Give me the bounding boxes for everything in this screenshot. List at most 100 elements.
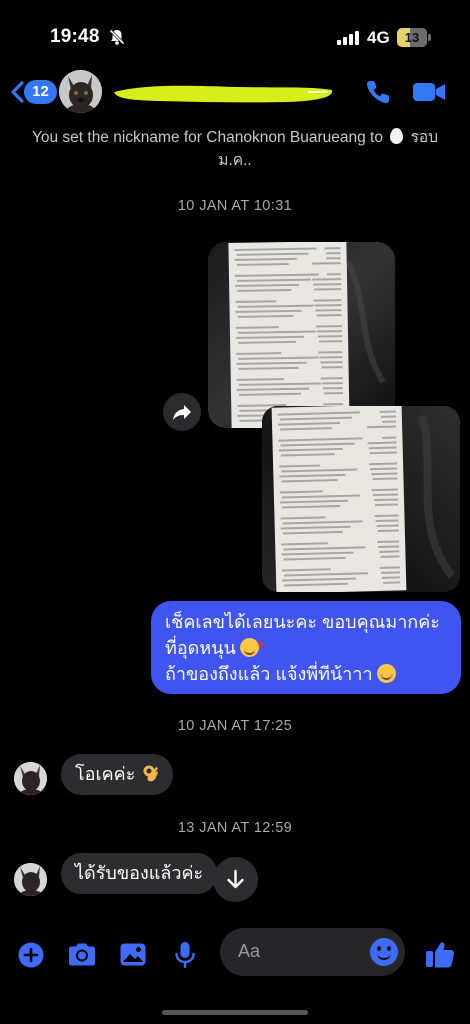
receipt-text-line bbox=[237, 304, 314, 308]
camera-icon[interactable] bbox=[66, 940, 98, 970]
dog-avatar-image bbox=[59, 70, 102, 113]
receipt-text-line bbox=[370, 467, 398, 471]
receipt-text-line bbox=[380, 555, 400, 558]
receipt-text-line bbox=[326, 257, 341, 260]
message-line: ที่อุดหนุน bbox=[165, 638, 236, 658]
receipt-text-line bbox=[282, 530, 343, 535]
microphone-icon[interactable] bbox=[172, 940, 198, 970]
receipt-text-line bbox=[380, 415, 396, 418]
sender-avatar[interactable] bbox=[14, 762, 47, 795]
receipt-text-line bbox=[238, 366, 299, 370]
receipt-text-line bbox=[237, 330, 316, 334]
receipt-text-line bbox=[239, 392, 302, 396]
phone-call-icon[interactable] bbox=[364, 78, 392, 106]
receipt-text-line bbox=[318, 351, 343, 354]
receipt-text-line bbox=[282, 520, 363, 525]
receipt-text-line bbox=[313, 299, 342, 302]
receipt-text-line bbox=[368, 446, 397, 450]
receipt-text-line bbox=[236, 252, 309, 256]
receipt-text-line bbox=[235, 300, 277, 303]
receipt-text-line bbox=[320, 361, 343, 364]
receipt-text-line bbox=[382, 576, 401, 579]
contact-avatar[interactable] bbox=[59, 70, 102, 113]
receipt-text-line bbox=[372, 493, 398, 497]
redacted-contact-name[interactable] bbox=[108, 77, 338, 107]
egg-emoji-icon bbox=[390, 128, 404, 144]
receipt-text-line bbox=[381, 420, 397, 423]
nickname-system-message: You set the nickname for Chanoknon Buaru… bbox=[20, 126, 450, 172]
message-line: ถ้าของถึงแล้ว แจ้งพี่ทีน้าาา bbox=[165, 664, 373, 684]
receipt-text-line bbox=[283, 572, 368, 577]
receipt-photo-2[interactable] bbox=[262, 406, 460, 592]
receipt-text-line bbox=[320, 377, 343, 380]
cellular-signal-icon bbox=[337, 31, 359, 45]
receipt-text-line bbox=[367, 425, 397, 429]
receipt-text-line bbox=[377, 529, 399, 532]
receipt-text-line bbox=[378, 545, 400, 548]
receipt-text-line bbox=[277, 411, 360, 416]
arrow-down-icon bbox=[227, 869, 244, 889]
receipt-text-line bbox=[281, 568, 331, 572]
receipt-text-line bbox=[318, 335, 343, 338]
receipt-text-line bbox=[238, 356, 319, 360]
battery-icon: 13 bbox=[397, 28, 431, 47]
receipt-text-line bbox=[326, 273, 341, 276]
plus-circle-icon[interactable] bbox=[16, 940, 46, 970]
receipt-text-line bbox=[280, 453, 335, 457]
receipt-text-line bbox=[237, 278, 312, 282]
receipt-text-line bbox=[313, 283, 342, 286]
receipt-text-line bbox=[283, 556, 346, 561]
receipt-text-line bbox=[316, 330, 342, 333]
receipt-text-line bbox=[321, 366, 343, 369]
receipt-text-line bbox=[281, 479, 338, 483]
receipt-text-line bbox=[319, 356, 343, 359]
receipt-text-line bbox=[237, 314, 294, 318]
receipt-photo-1[interactable] bbox=[208, 242, 395, 428]
receipt-text-line bbox=[282, 504, 341, 509]
back-button[interactable]: 12 bbox=[10, 76, 57, 108]
video-call-icon[interactable] bbox=[412, 80, 446, 104]
receipt-text-line bbox=[279, 416, 352, 421]
receipt-text-line bbox=[278, 447, 343, 452]
receipt-text-line bbox=[377, 540, 400, 544]
receipt-text-line bbox=[280, 442, 355, 447]
receipt-text-line bbox=[380, 571, 400, 574]
receipt-text-line bbox=[314, 288, 342, 291]
outgoing-message-bubble[interactable]: เช็คเลขได้เลยนะคะ ขอบคุณมากค่ะ ที่อุดหนุ… bbox=[151, 601, 461, 694]
receipt-text-line bbox=[280, 525, 351, 530]
receipt-text-line bbox=[236, 262, 289, 266]
message-input[interactable]: Aa bbox=[220, 928, 405, 976]
thumbs-up-icon[interactable] bbox=[424, 938, 456, 970]
battery-level: 13 bbox=[404, 30, 420, 45]
receipt-paper bbox=[228, 242, 350, 428]
receipt-text-line bbox=[283, 546, 366, 551]
incoming-message-bubble[interactable]: ได้รับของแล้วค่ะ bbox=[61, 853, 218, 894]
date-divider: 13 JAN AT 12:59 bbox=[177, 820, 293, 836]
image-icon[interactable] bbox=[119, 940, 147, 970]
share-button[interactable] bbox=[163, 393, 201, 431]
home-indicator bbox=[162, 1010, 308, 1015]
message-text: โอเคค่ะ bbox=[75, 764, 136, 784]
receipt-text-line bbox=[280, 516, 326, 520]
receipt-text-line bbox=[379, 410, 396, 413]
system-message-text: You set the nickname for Chanoknon Buaru… bbox=[31, 129, 383, 146]
smiley-icon[interactable] bbox=[370, 938, 398, 966]
receipt-text-line bbox=[372, 477, 398, 481]
chat-screen: 19:48 4G 13 12 You set the nickname for … bbox=[0, 0, 470, 1024]
dog-avatar-image bbox=[14, 762, 47, 795]
sender-avatar[interactable] bbox=[14, 863, 47, 896]
chevron-left-icon bbox=[11, 81, 24, 103]
receipt-text-line bbox=[321, 382, 343, 385]
scroll-to-bottom-button[interactable] bbox=[213, 857, 258, 902]
receipt-text-line bbox=[279, 464, 321, 468]
status-time: 19:48 bbox=[50, 26, 100, 47]
message-input-placeholder: Aa bbox=[238, 941, 261, 961]
receipt-text-line bbox=[282, 577, 357, 582]
receipt-text-line bbox=[235, 309, 302, 313]
receipt-text-line bbox=[278, 421, 341, 426]
receipt-text-line bbox=[383, 581, 401, 584]
receipt-text-line bbox=[237, 288, 292, 292]
receipt-text-line bbox=[236, 387, 309, 391]
incoming-message-bubble[interactable]: โอเคค่ะ bbox=[61, 754, 174, 795]
receipt-text-line bbox=[281, 468, 358, 473]
